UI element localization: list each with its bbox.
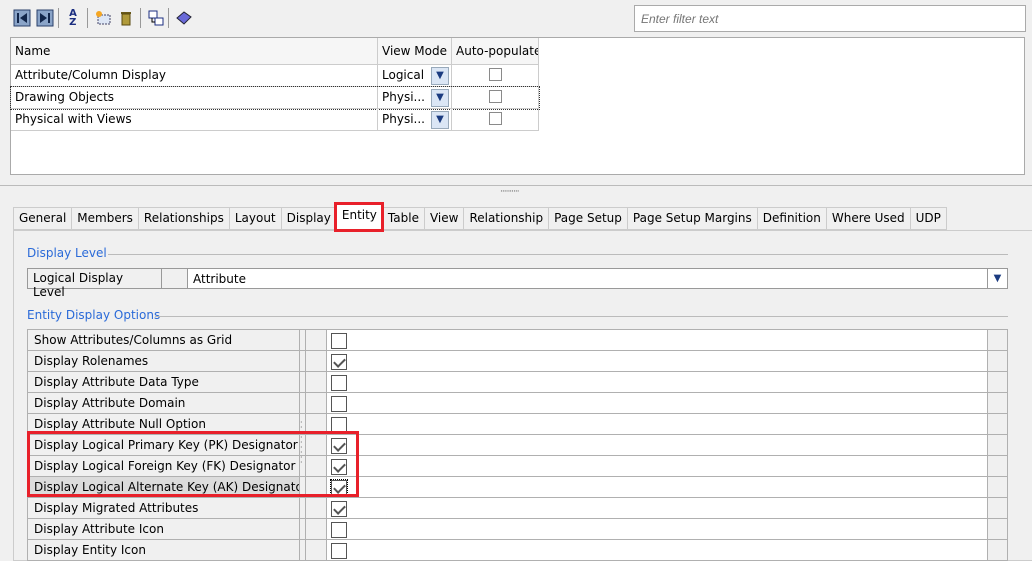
logical-display-level-select[interactable]: Attribute	[188, 269, 987, 288]
option-checkbox[interactable]	[331, 501, 347, 517]
theme-name: Attribute/Column Display	[11, 65, 378, 87]
entity-display-options-section: Entity Display Options	[27, 308, 161, 322]
move-left-icon[interactable]	[12, 8, 32, 28]
option-row: Show Attributes/Columns as Grid	[27, 330, 1008, 351]
option-label: Display Entity Icon	[27, 540, 299, 561]
option-checkbox[interactable]	[331, 375, 347, 391]
tab-table[interactable]: Table	[381, 207, 424, 230]
tab-entity[interactable]: Entity	[333, 202, 384, 232]
option-checkbox[interactable]	[331, 543, 347, 559]
filter-input[interactable]	[634, 5, 1026, 32]
display-themes-table: Name View Mode Auto-populate Attribute/C…	[10, 37, 1025, 175]
table-row[interactable]: Attribute/Column Display Logical ▼	[11, 65, 539, 87]
view-mode-select[interactable]: Physi... ▼	[378, 87, 452, 109]
option-label: Display Attribute Data Type	[27, 372, 299, 393]
option-value-cell	[326, 393, 987, 414]
option-value-cell	[326, 330, 987, 351]
tab-view[interactable]: View	[423, 207, 464, 230]
option-value-cell	[326, 435, 987, 456]
tab-definition[interactable]: Definition	[756, 207, 826, 230]
splitter-handle[interactable]: ··········	[500, 187, 520, 197]
option-label: Display Attribute Domain	[27, 393, 299, 414]
chevron-down-icon[interactable]: ▼	[431, 89, 449, 107]
display-level-section: Display Level	[27, 246, 107, 260]
move-right-icon[interactable]	[35, 8, 55, 28]
chevron-down-icon[interactable]: ▼	[431, 67, 449, 85]
column-header-view-mode[interactable]: View Mode	[378, 38, 452, 65]
option-label: Show Attributes/Columns as Grid	[27, 330, 299, 351]
option-row: Display Rolenames	[27, 351, 1008, 372]
tab-page-setup-margins[interactable]: Page Setup Margins	[626, 207, 757, 230]
option-row: Display Attribute Domain	[27, 393, 1008, 414]
theme-name: Physical with Views	[11, 109, 378, 131]
option-value-cell	[326, 372, 987, 393]
column-header-auto-populate[interactable]: Auto-populate	[452, 38, 539, 65]
view-mode-select[interactable]: Physi... ▼	[378, 109, 452, 131]
copy-icon[interactable]	[146, 8, 166, 28]
chevron-down-icon[interactable]: ▼	[431, 111, 449, 129]
option-checkbox[interactable]	[331, 396, 347, 412]
tab-general[interactable]: General	[13, 207, 72, 230]
option-checkbox[interactable]	[331, 333, 347, 349]
option-value-cell	[326, 498, 987, 519]
theme-name: Drawing Objects	[11, 87, 378, 109]
sort-az-icon[interactable]: AZ	[63, 8, 83, 28]
tab-page-setup[interactable]: Page Setup	[548, 207, 627, 230]
option-row: Display Attribute Data Type	[27, 372, 1008, 393]
option-value-cell	[326, 351, 987, 372]
tab-members[interactable]: Members	[71, 207, 138, 230]
new-item-icon[interactable]	[93, 8, 113, 28]
view-mode-value: Physi...	[382, 112, 425, 126]
view-mode-value: Logical	[382, 68, 425, 82]
tab-udp[interactable]: UDP	[909, 207, 947, 230]
table-row[interactable]: Drawing Objects Physi... ▼	[10, 86, 540, 110]
auto-populate-cell	[452, 87, 539, 109]
auto-populate-checkbox[interactable]	[488, 90, 502, 103]
auto-populate-cell	[452, 109, 539, 131]
logical-display-level-row: Logical Display Level Attribute ▼	[27, 268, 1008, 299]
option-row: Display Migrated Attributes	[27, 498, 1008, 519]
chevron-down-icon[interactable]: ▼	[987, 269, 1007, 288]
tab-relationships[interactable]: Relationships	[137, 207, 229, 230]
book-icon[interactable]	[174, 8, 194, 28]
tab-bar: General Members Relationships Layout Display…	[13, 202, 947, 232]
delete-icon[interactable]	[116, 8, 136, 28]
highlight-box	[27, 431, 359, 497]
view-mode-select[interactable]: Logical ▼	[378, 65, 452, 87]
tab-where-used[interactable]: Where Used	[825, 207, 910, 230]
tab-display[interactable]: Display	[280, 207, 336, 230]
option-row: Display Attribute Icon	[27, 519, 1008, 540]
option-value-cell	[326, 456, 987, 477]
tab-relationship[interactable]: Relationship	[463, 207, 549, 230]
auto-populate-checkbox[interactable]	[488, 68, 502, 81]
option-label: Display Rolenames	[27, 351, 299, 372]
option-label: Display Attribute Icon	[27, 519, 299, 540]
option-checkbox[interactable]	[331, 522, 347, 538]
option-label: Display Migrated Attributes	[27, 498, 299, 519]
auto-populate-checkbox[interactable]	[488, 112, 502, 125]
option-value-cell	[326, 519, 987, 540]
option-checkbox[interactable]	[331, 354, 347, 370]
option-value-cell	[326, 477, 987, 498]
logical-display-level-label: Logical Display Level	[28, 269, 162, 299]
auto-populate-cell	[452, 65, 539, 87]
table-row[interactable]: Physical with Views Physi... ▼	[11, 109, 539, 131]
option-value-cell	[326, 414, 987, 435]
option-row: Display Entity Icon	[27, 540, 1008, 561]
view-mode-value: Physi...	[382, 90, 425, 104]
tab-layout[interactable]: Layout	[228, 207, 281, 230]
column-header-name[interactable]: Name	[11, 38, 378, 65]
option-value-cell	[326, 540, 987, 561]
